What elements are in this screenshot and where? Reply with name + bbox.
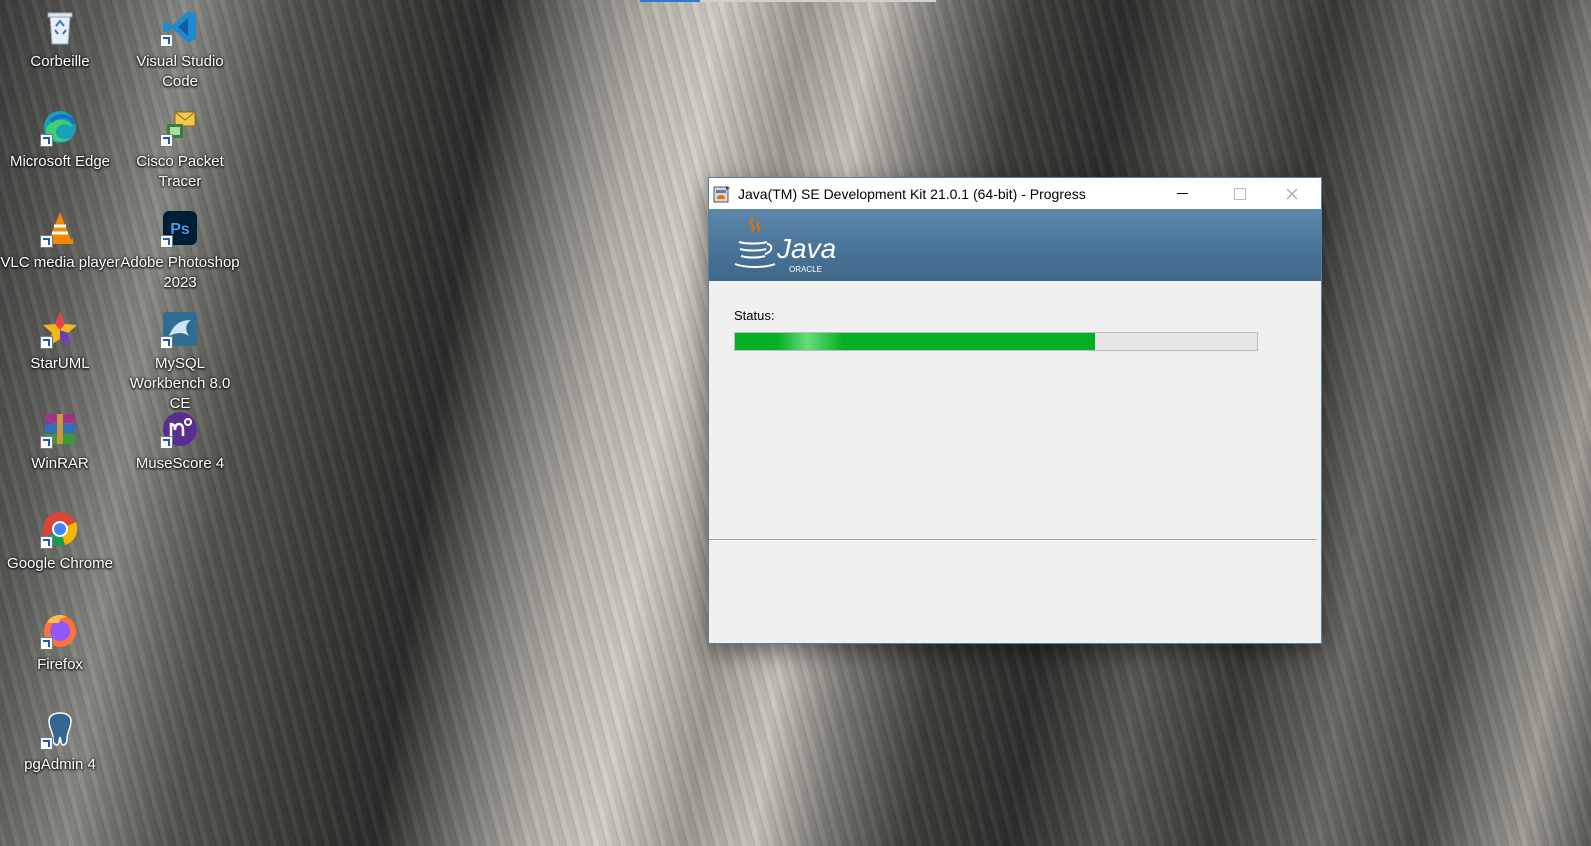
desktop-icon-winrar[interactable]: WinRAR — [0, 410, 120, 474]
desktop-icon-staruml[interactable]: StarUML — [0, 310, 120, 374]
desktop-icon-musescore[interactable]: MuseScore 4 — [120, 410, 240, 474]
vscode-icon — [160, 8, 199, 47]
taskbar-edge — [640, 0, 700, 2]
chrome-icon — [40, 510, 79, 549]
pgadmin-icon — [40, 711, 79, 750]
desktop-icon-label: StarUML — [30, 355, 90, 372]
edge-icon — [40, 108, 79, 147]
window-titlebar[interactable]: Java(TM) SE Development Kit 21.0.1 (64-b… — [709, 178, 1321, 209]
photoshop-icon: Ps — [160, 209, 199, 248]
minimize-icon — [1176, 193, 1188, 194]
desktop-icon-packet-tracer[interactable]: Cisco Packet Tracer — [120, 108, 240, 192]
close-button[interactable] — [1269, 178, 1315, 209]
footer-separator — [709, 539, 1317, 541]
install-progress-bar — [734, 332, 1258, 351]
desktop-icon-label: Microsoft Edge — [9, 153, 111, 170]
maximize-button[interactable] — [1217, 178, 1263, 209]
desktop-icon-chrome[interactable]: Google Chrome — [0, 510, 120, 574]
desktop-icon-label: VLC media player — [0, 254, 120, 271]
packet-tracer-icon — [160, 108, 199, 147]
recycle-bin-icon — [41, 8, 79, 46]
install-progress-fill — [735, 333, 1096, 350]
desktop-icon-label: Google Chrome — [7, 555, 113, 572]
desktop-icon-mysql-workbench[interactable]: MySQL Workbench 8.0 CE — [120, 310, 240, 414]
desktop-icon-edge[interactable]: Microsoft Edge — [0, 108, 120, 172]
mysql-workbench-icon — [160, 310, 199, 349]
installer-window: Java(TM) SE Development Kit 21.0.1 (64-b… — [708, 177, 1322, 644]
oracle-logo-text: ORACLE — [789, 265, 822, 274]
status-label: Status: — [734, 308, 775, 323]
java-banner: Java ORACLE — [709, 209, 1321, 281]
desktop-icon-pgadmin[interactable]: pgAdmin 4 — [0, 711, 120, 775]
installer-app-icon — [713, 185, 730, 202]
vlc-icon — [40, 209, 79, 248]
java-logo-text: Java — [776, 233, 836, 264]
desktop-icon-vscode[interactable]: Visual Studio Code — [120, 8, 240, 92]
maximize-icon — [1234, 187, 1246, 200]
desktop-icon-label: Firefox — [37, 656, 83, 673]
minimize-button[interactable] — [1159, 178, 1205, 209]
desktop-icon-vlc[interactable]: VLC media player — [0, 209, 120, 273]
desktop-icon-label: Cisco Packet Tracer — [136, 153, 224, 190]
installer-content: Status: — [709, 281, 1321, 592]
close-icon — [1286, 188, 1298, 199]
desktop-icon-firefox[interactable]: Firefox — [0, 611, 120, 675]
desktop-icon-recycle-bin[interactable]: Corbeille — [0, 8, 120, 72]
desktop-icon-label: MuseScore 4 — [135, 455, 225, 472]
desktop-icon-label: Adobe Photoshop 2023 — [120, 254, 240, 291]
svg-text:Ps: Ps — [170, 221, 190, 238]
desktop-icon-label: Corbeille — [30, 53, 90, 70]
musescore-icon — [160, 410, 199, 449]
desktop-icon-label: WinRAR — [31, 455, 89, 472]
desktop-icon-photoshop[interactable]: Ps Adobe Photoshop 2023 — [120, 209, 240, 293]
winrar-icon — [40, 410, 79, 449]
java-logo: Java ORACLE — [734, 217, 836, 274]
staruml-icon — [40, 310, 79, 349]
desktop-icon-label: Visual Studio Code — [136, 53, 224, 90]
desktop-icon-label: pgAdmin 4 — [24, 756, 96, 773]
window-edge — [700, 0, 936, 2]
window-title: Java(TM) SE Development Kit 21.0.1 (64-b… — [738, 185, 1086, 202]
desktop-icon-label: MySQL Workbench 8.0 CE — [129, 355, 231, 412]
firefox-icon — [40, 611, 79, 650]
